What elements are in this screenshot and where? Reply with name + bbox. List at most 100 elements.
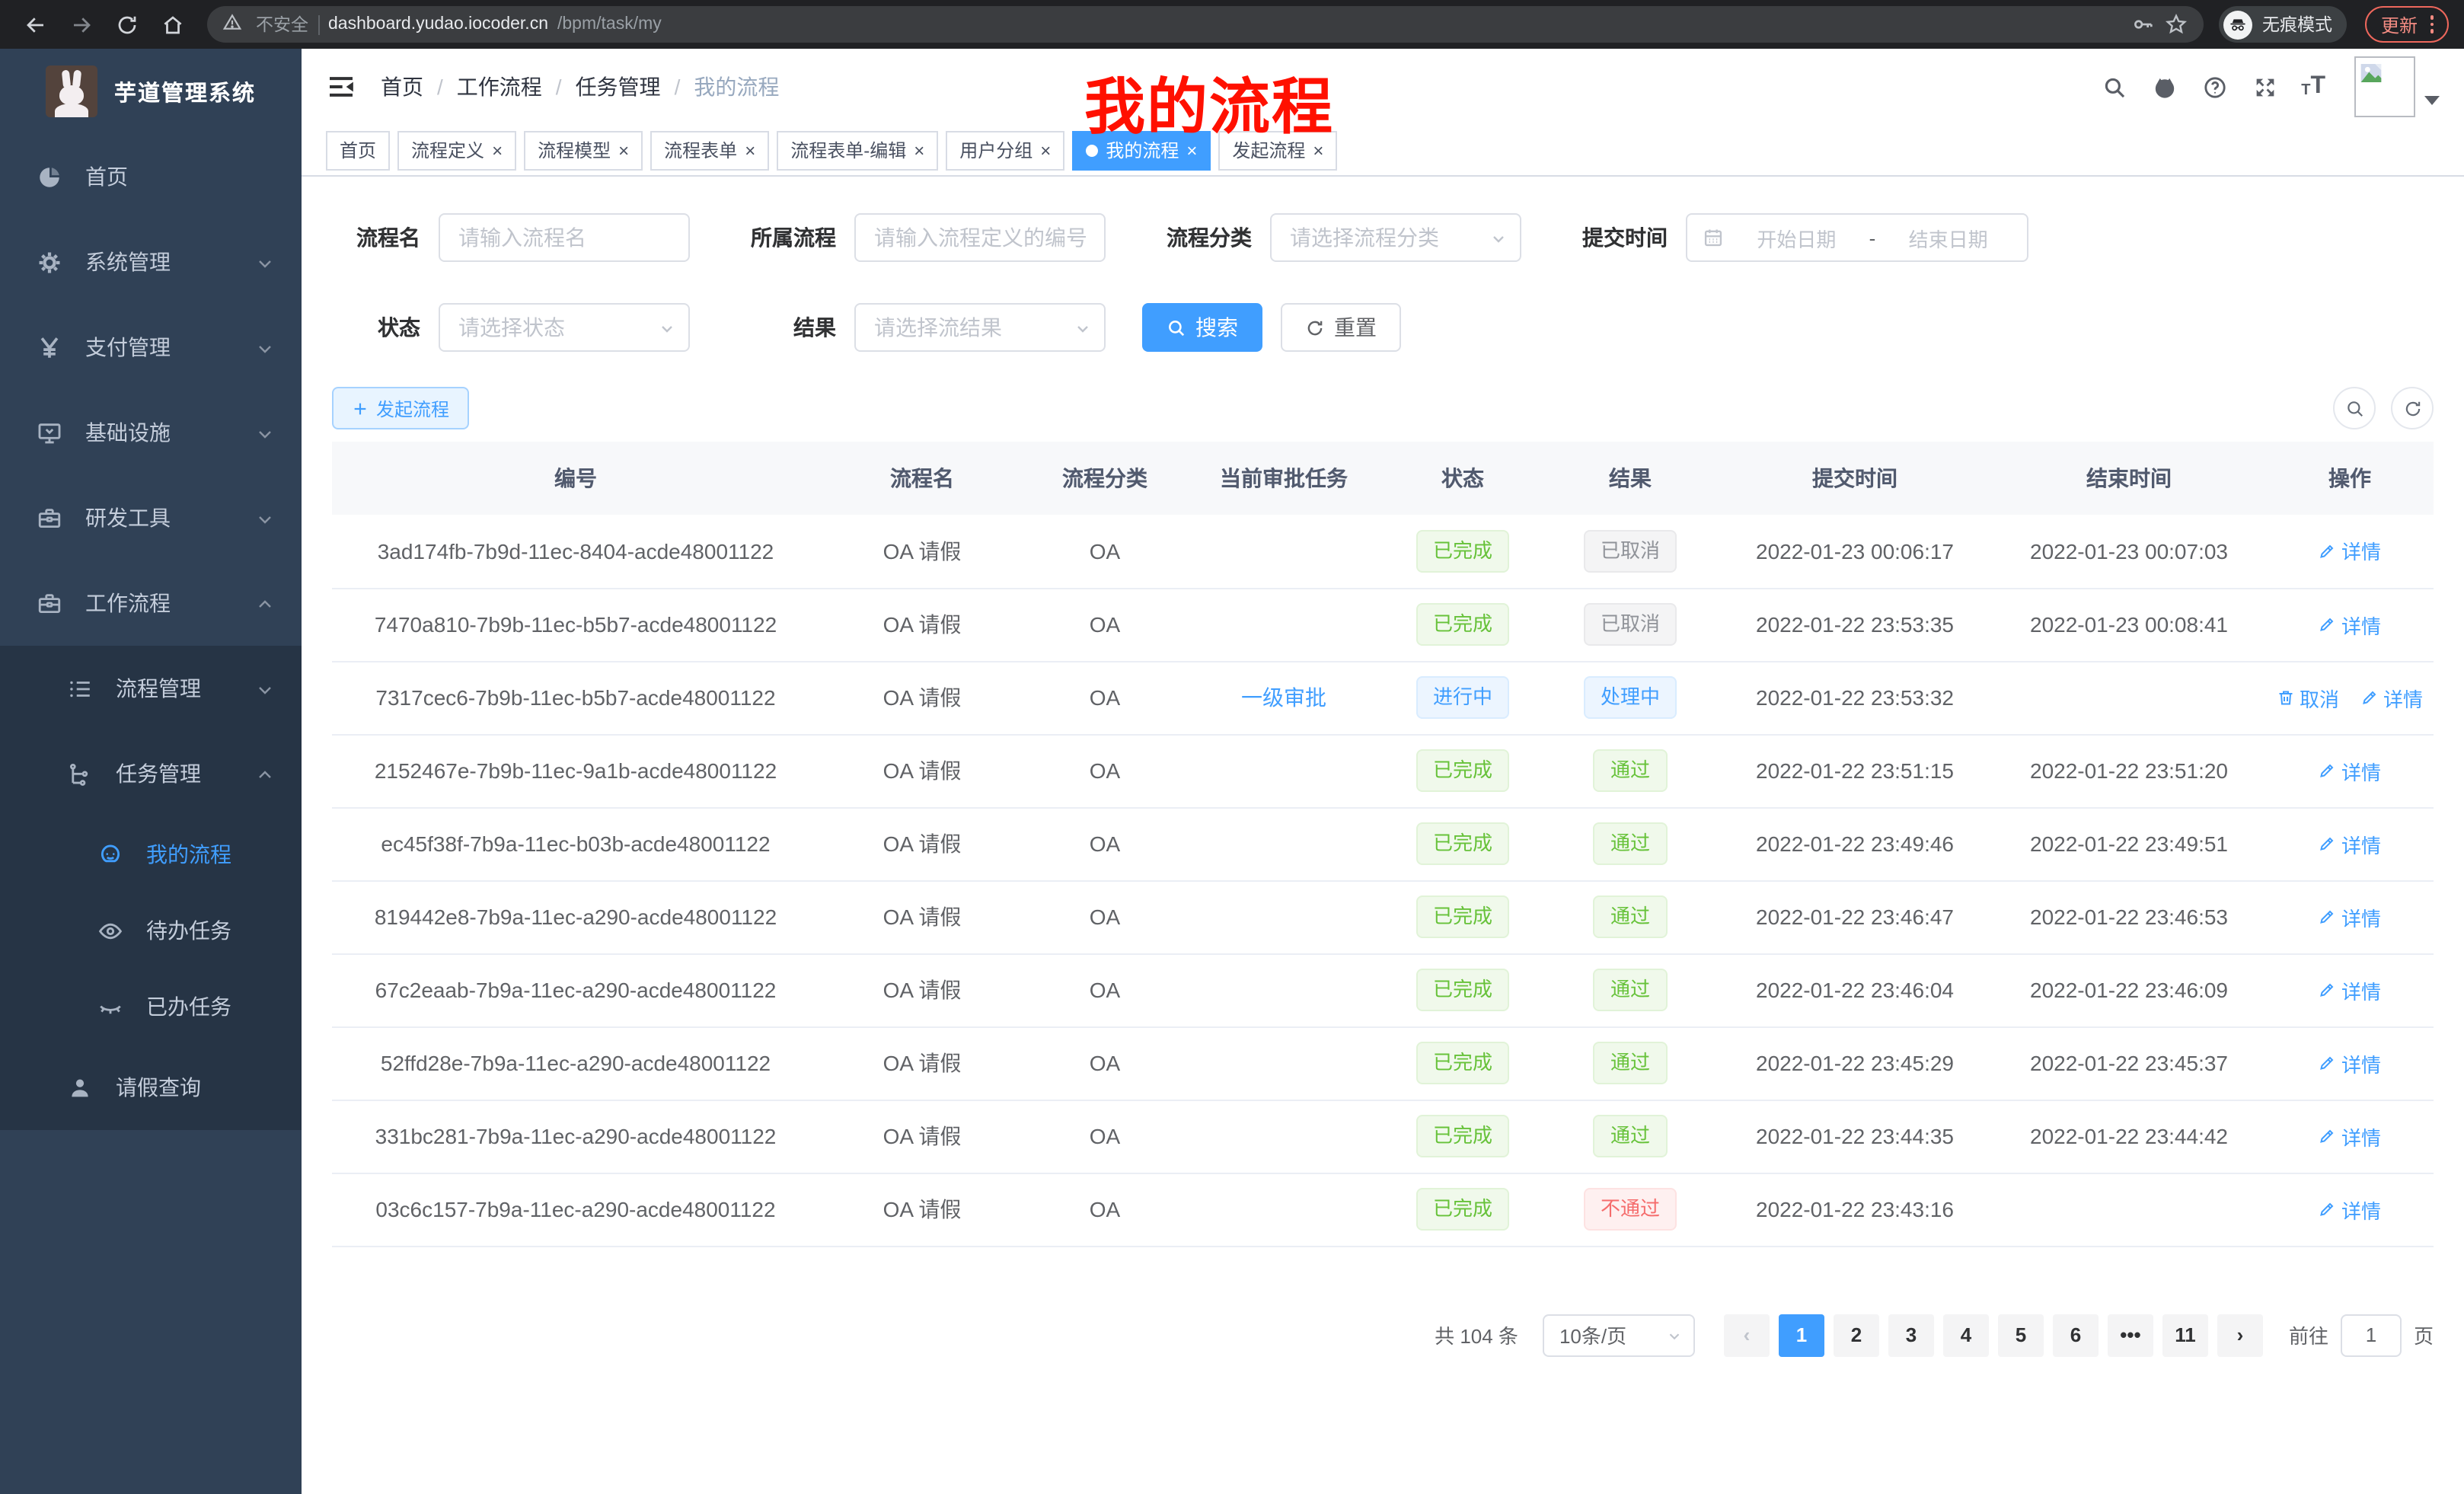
cell-id: 03c6c157-7b9a-11ec-a290-acde48001122	[332, 1173, 819, 1246]
avatar[interactable]	[2354, 56, 2415, 117]
submit-time-range[interactable]: 开始日期 - 结束日期	[1686, 213, 2028, 262]
page-button-1[interactable]: 1	[1779, 1314, 1824, 1356]
detail-action[interactable]: 详情	[2319, 756, 2381, 785]
url-bar[interactable]: 不安全 dashboard.yudao.iocoder.cn /bpm/task…	[207, 6, 2204, 43]
cancel-action[interactable]: 取消	[2277, 683, 2339, 712]
reload-icon[interactable]	[107, 6, 146, 43]
sidebar-item-label: 我的流程	[146, 839, 231, 870]
page-button-11[interactable]: 11	[2162, 1314, 2208, 1356]
update-label[interactable]: 更新	[2381, 11, 2418, 37]
tab-process-definition[interactable]: 流程定义×	[397, 130, 516, 170]
detail-action[interactable]: 详情	[2360, 683, 2423, 712]
sidebar-item-home[interactable]: 首页	[0, 134, 302, 219]
page-button-3[interactable]: 3	[1888, 1314, 1934, 1356]
app-logo[interactable]: 芋道管理系统	[0, 49, 302, 134]
task-link[interactable]: 一级审批	[1241, 685, 1326, 710]
table-refresh-button[interactable]	[2391, 387, 2434, 429]
breadcrumb-item[interactable]: 首页	[381, 72, 423, 102]
hamburger-collapse-icon[interactable]	[326, 72, 356, 102]
tab-process-form-edit[interactable]: 流程表单-编辑×	[777, 130, 938, 170]
sidebar-item-label: 支付管理	[85, 332, 171, 362]
sidebar-item-label: 待办任务	[146, 915, 231, 946]
page-size-select[interactable]: 10条/页	[1543, 1314, 1695, 1356]
search-icon[interactable]	[2100, 73, 2127, 101]
sidebar-item-workflow[interactable]: 工作流程	[0, 560, 302, 646]
fontsize-icon[interactable]: TT	[2301, 75, 2325, 99]
key-icon[interactable]	[2131, 12, 2156, 37]
star-icon[interactable]	[2165, 12, 2189, 37]
end-date-input[interactable]: 结束日期	[1885, 223, 2012, 252]
fullscreen-icon[interactable]	[2251, 73, 2278, 101]
detail-action[interactable]: 详情	[2319, 975, 2381, 1004]
category-select[interactable]: 请选择流程分类	[1270, 213, 1521, 262]
tab-process-model[interactable]: 流程模型×	[524, 130, 643, 170]
sidebar-item-process-mgmt[interactable]: 流程管理	[0, 646, 302, 731]
detail-action[interactable]: 详情	[2319, 1122, 2381, 1151]
status-badge: 已完成	[1416, 749, 1509, 792]
chevron-down-icon	[1074, 318, 1092, 337]
close-icon[interactable]: ×	[1040, 141, 1051, 159]
sidebar-item-payment-mgmt[interactable]: 支付管理	[0, 305, 302, 390]
status-select[interactable]: 请选择状态	[439, 303, 690, 352]
close-icon[interactable]: ×	[618, 141, 629, 159]
sidebar-item-todo-tasks[interactable]: 待办任务	[0, 892, 302, 969]
sidebar-item-task-mgmt[interactable]: 任务管理	[0, 731, 302, 816]
tab-user-group[interactable]: 用户分组×	[946, 130, 1064, 170]
more-vert-icon[interactable]	[2430, 16, 2434, 34]
breadcrumb-item[interactable]: 工作流程	[457, 72, 542, 102]
detail-action[interactable]: 详情	[2319, 610, 2381, 639]
security-label[interactable]: 不安全	[256, 12, 308, 37]
incognito-label: 无痕模式	[2262, 12, 2332, 37]
page-button-4[interactable]: 4	[1943, 1314, 1989, 1356]
sidebar-item-system-mgmt[interactable]: 系统管理	[0, 219, 302, 305]
start-date-input[interactable]: 开始日期	[1733, 223, 1860, 252]
page-button-6[interactable]: 6	[2053, 1314, 2099, 1356]
sidebar-item-done-tasks[interactable]: 已办任务	[0, 969, 302, 1045]
cell-status: 已完成	[1383, 1026, 1543, 1100]
sidebar-item-infrastructure[interactable]: 基础设施	[0, 390, 302, 475]
detail-action[interactable]: 详情	[2319, 829, 2381, 858]
home-icon[interactable]	[152, 6, 192, 43]
sidebar-item-leave-query[interactable]: 请假查询	[0, 1045, 302, 1130]
breadcrumb-item[interactable]: 任务管理	[576, 72, 661, 102]
tab-home[interactable]: 首页	[326, 130, 390, 170]
process-name-input[interactable]	[439, 213, 690, 262]
cell-current-task	[1185, 1173, 1383, 1246]
close-icon[interactable]: ×	[745, 141, 755, 159]
table-search-button[interactable]	[2333, 387, 2376, 429]
chevron-down-icon	[256, 338, 274, 356]
caret-down-icon[interactable]	[2424, 96, 2440, 105]
prev-page-button[interactable]: ‹	[1724, 1314, 1770, 1356]
list-icon	[67, 675, 93, 701]
cell-id: 2152467e-7b9b-11ec-9a1b-acde48001122	[332, 734, 819, 807]
url-host[interactable]: dashboard.yudao.iocoder.cn	[328, 15, 548, 34]
column-header: 流程分类	[1025, 442, 1185, 515]
forward-icon[interactable]	[61, 6, 101, 43]
detail-action[interactable]: 详情	[2319, 1195, 2381, 1224]
close-icon[interactable]: ×	[492, 141, 503, 159]
back-icon[interactable]	[15, 6, 55, 43]
page-button-2[interactable]: 2	[1834, 1314, 1879, 1356]
reset-button[interactable]: 重置	[1281, 303, 1401, 352]
github-icon[interactable]	[2150, 73, 2178, 101]
detail-action[interactable]: 详情	[2319, 902, 2381, 931]
tab-process-form[interactable]: 流程表单×	[650, 130, 769, 170]
start-process-button[interactable]: 发起流程	[332, 387, 469, 429]
close-icon[interactable]: ×	[914, 141, 924, 159]
result-badge: 通过	[1594, 822, 1667, 865]
owner-process-input[interactable]	[854, 213, 1106, 262]
detail-action[interactable]: 详情	[2319, 537, 2381, 566]
more-pages-button[interactable]: •••	[2108, 1314, 2153, 1356]
next-page-button[interactable]: ›	[2217, 1314, 2263, 1356]
goto-page-input[interactable]	[2341, 1314, 2402, 1356]
detail-action[interactable]: 详情	[2319, 1049, 2381, 1077]
search-button[interactable]: 搜索	[1142, 303, 1262, 352]
result-select[interactable]: 请选择流结果	[854, 303, 1106, 352]
help-icon[interactable]	[2201, 73, 2228, 101]
page-button-5[interactable]: 5	[1998, 1314, 2044, 1356]
update-button[interactable]: 更新	[2366, 6, 2449, 43]
result-badge: 处理中	[1584, 676, 1677, 719]
sidebar-item-dev-tools[interactable]: 研发工具	[0, 475, 302, 560]
sidebar-item-my-process[interactable]: 我的流程	[0, 816, 302, 892]
url-path[interactable]: /bpm/task/my	[557, 15, 662, 34]
